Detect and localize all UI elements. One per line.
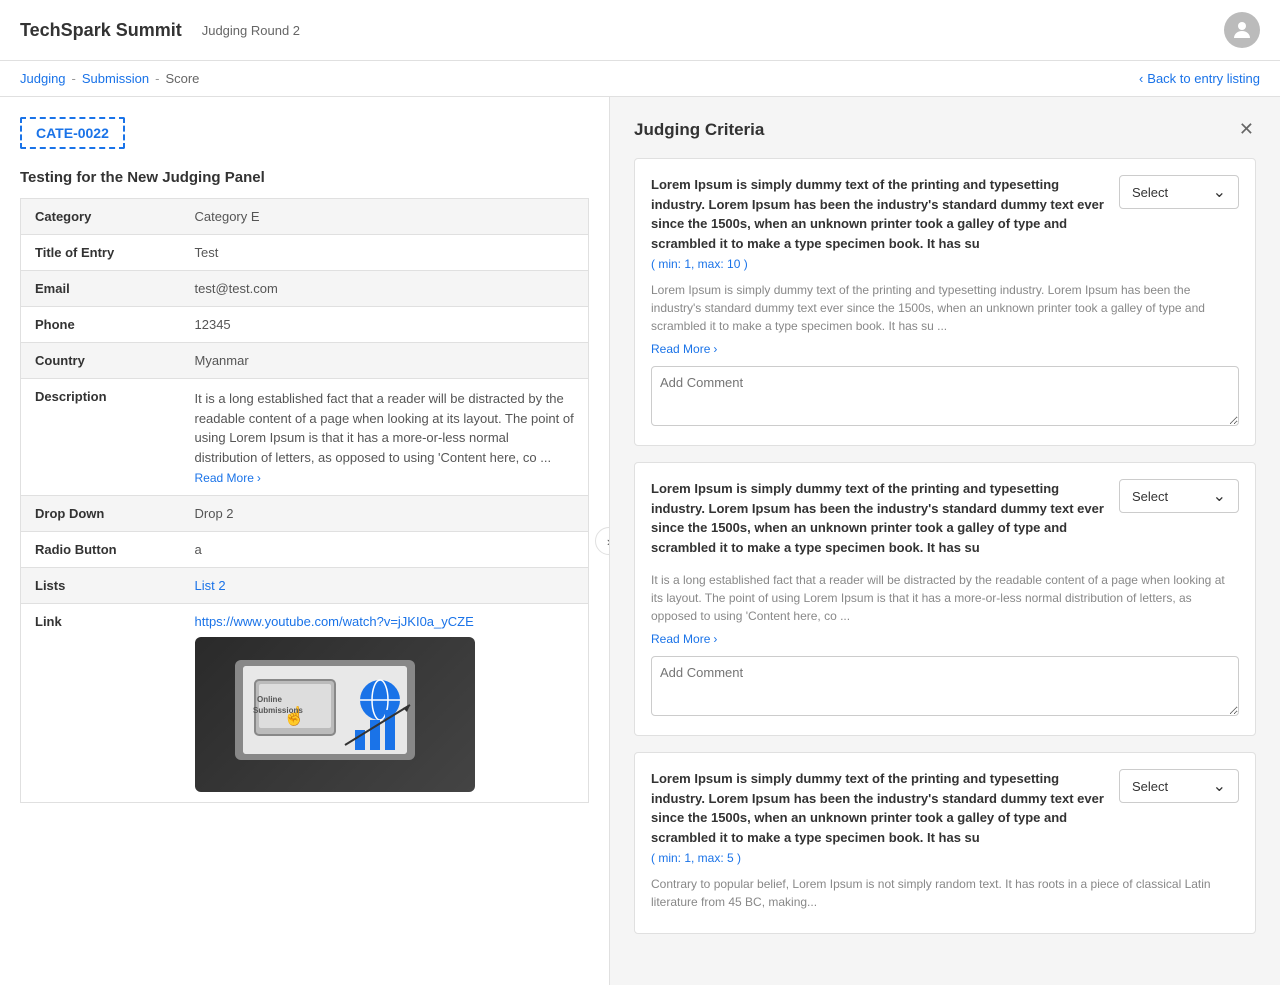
breadcrumb-sep-2: - xyxy=(155,71,159,86)
field-value: Test xyxy=(181,235,589,271)
field-label: Country xyxy=(21,343,181,379)
right-panel: Judging Criteria ✕ Lorem Ipsum is simply… xyxy=(610,97,1280,985)
table-row: Radio Button a xyxy=(21,532,589,568)
back-to-listing-link[interactable]: ‹ Back to entry listing xyxy=(1139,71,1260,86)
left-panel: CATE-0022 Testing for the New Judging Pa… xyxy=(0,97,610,985)
chevron-down-icon-2: ⌄ xyxy=(1213,486,1226,506)
judging-round: Judging Round 2 xyxy=(202,23,300,38)
criteria-select-3[interactable]: Select ⌄ xyxy=(1119,769,1239,803)
breadcrumb-score: Score xyxy=(165,71,199,86)
app-title: TechSpark Summit xyxy=(20,20,182,41)
criteria-text-block-3: Lorem Ipsum is simply dummy text of the … xyxy=(651,769,1107,865)
entry-id-badge: CATE-0022 xyxy=(20,117,125,149)
criteria-main-text-3: Lorem Ipsum is simply dummy text of the … xyxy=(651,769,1107,847)
criteria-comment-2[interactable] xyxy=(651,656,1239,716)
read-more-label-2: Read More xyxy=(651,632,710,646)
table-row: Lists List 2 xyxy=(21,568,589,604)
criteria-text-block-2: Lorem Ipsum is simply dummy text of the … xyxy=(651,479,1107,561)
breadcrumb-judging[interactable]: Judging xyxy=(20,71,66,86)
breadcrumb: Judging - Submission - Score xyxy=(20,71,199,86)
section-title: Testing for the New Judging Panel xyxy=(20,169,589,186)
main-layout: CATE-0022 Testing for the New Judging Pa… xyxy=(0,97,1280,985)
criteria-read-more-1[interactable]: Read More › xyxy=(651,342,717,356)
back-link-label: Back to entry listing xyxy=(1147,71,1260,86)
chevron-down-icon-1: ⌄ xyxy=(1213,182,1226,202)
select-label-2: Select xyxy=(1132,489,1168,504)
criteria-item-1-header: Lorem Ipsum is simply dummy text of the … xyxy=(651,175,1239,271)
read-more-label: Read More xyxy=(195,471,254,485)
criteria-read-more-2[interactable]: Read More › xyxy=(651,632,717,646)
chevron-down-icon-3: ⌄ xyxy=(1213,776,1226,796)
table-row: Drop Down Drop 2 xyxy=(21,496,589,532)
criteria-sub-text-3: Contrary to popular belief, Lorem Ipsum … xyxy=(651,875,1239,911)
field-label: Category xyxy=(21,199,181,235)
criteria-select-1[interactable]: Select ⌄ xyxy=(1119,175,1239,209)
field-value: Drop 2 xyxy=(181,496,589,532)
chevron-right-icon: › xyxy=(257,471,261,485)
table-row: Country Myanmar xyxy=(21,343,589,379)
avatar[interactable] xyxy=(1224,12,1260,48)
svg-text:Submissions: Submissions xyxy=(253,706,303,715)
chevron-right-icon-1: › xyxy=(713,342,717,356)
youtube-link[interactable]: https://www.youtube.com/watch?v=jJKI0a_y… xyxy=(195,614,474,629)
criteria-item-2-header: Lorem Ipsum is simply dummy text of the … xyxy=(651,479,1239,561)
select-label-1: Select xyxy=(1132,185,1168,200)
criteria-select-2[interactable]: Select ⌄ xyxy=(1119,479,1239,513)
description-text: It is a long established fact that a rea… xyxy=(195,391,574,465)
field-value: 12345 xyxy=(181,307,589,343)
criteria-item-1: Lorem Ipsum is simply dummy text of the … xyxy=(634,158,1256,446)
read-more-label-1: Read More xyxy=(651,342,710,356)
criteria-item-3-header: Lorem Ipsum is simply dummy text of the … xyxy=(651,769,1239,865)
criteria-sub-text-1: Lorem Ipsum is simply dummy text of the … xyxy=(651,281,1239,335)
criteria-comment-1[interactable] xyxy=(651,366,1239,426)
lists-link[interactable]: List 2 xyxy=(195,578,226,593)
table-row: Title of Entry Test xyxy=(21,235,589,271)
field-value: Myanmar xyxy=(181,343,589,379)
details-table: Category Category E Title of Entry Test … xyxy=(20,198,589,803)
breadcrumb-bar: Judging - Submission - Score ‹ Back to e… xyxy=(0,61,1280,97)
criteria-min-max-1: ( min: 1, max: 10 ) xyxy=(651,257,1107,271)
criteria-item-3: Lorem Ipsum is simply dummy text of the … xyxy=(634,752,1256,934)
field-label: Drop Down xyxy=(21,496,181,532)
svg-text:Online: Online xyxy=(257,695,282,704)
field-label: Title of Entry xyxy=(21,235,181,271)
field-value-description: It is a long established fact that a rea… xyxy=(181,379,589,496)
criteria-sub-text-2: It is a long established fact that a rea… xyxy=(651,571,1239,625)
breadcrumb-submission[interactable]: Submission xyxy=(82,71,149,86)
table-row: Description It is a long established fac… xyxy=(21,379,589,496)
field-value: test@test.com xyxy=(181,271,589,307)
criteria-header: Judging Criteria ✕ xyxy=(634,117,1256,142)
field-value-link: https://www.youtube.com/watch?v=jJKI0a_y… xyxy=(181,604,589,803)
chevron-left-icon: ‹ xyxy=(1139,71,1143,86)
criteria-main-text-2: Lorem Ipsum is simply dummy text of the … xyxy=(651,479,1107,557)
table-row: Email test@test.com xyxy=(21,271,589,307)
field-label: Phone xyxy=(21,307,181,343)
video-thumbnail: ☝ Online Submissions xyxy=(195,637,475,792)
field-value: List 2 xyxy=(181,568,589,604)
criteria-min-max-3: ( min: 1, max: 5 ) xyxy=(651,851,1107,865)
field-label: Lists xyxy=(21,568,181,604)
scroll-right-arrow[interactable]: › xyxy=(595,527,610,555)
field-value: Category E xyxy=(181,199,589,235)
app-header: TechSpark Summit Judging Round 2 xyxy=(0,0,1280,61)
criteria-title: Judging Criteria xyxy=(634,120,764,140)
criteria-text-block-1: Lorem Ipsum is simply dummy text of the … xyxy=(651,175,1107,271)
table-row: Link https://www.youtube.com/watch?v=jJK… xyxy=(21,604,589,803)
criteria-close-button[interactable]: ✕ xyxy=(1237,117,1256,142)
field-label: Radio Button xyxy=(21,532,181,568)
criteria-main-text-1: Lorem Ipsum is simply dummy text of the … xyxy=(651,175,1107,253)
select-label-3: Select xyxy=(1132,779,1168,794)
field-label: Description xyxy=(21,379,181,496)
breadcrumb-sep-1: - xyxy=(72,71,76,86)
description-read-more[interactable]: Read More › xyxy=(195,471,261,485)
criteria-item-2: Lorem Ipsum is simply dummy text of the … xyxy=(634,462,1256,736)
chevron-right-icon-2: › xyxy=(713,632,717,646)
table-row: Category Category E xyxy=(21,199,589,235)
field-value: a xyxy=(181,532,589,568)
table-row: Phone 12345 xyxy=(21,307,589,343)
field-label: Email xyxy=(21,271,181,307)
field-label: Link xyxy=(21,604,181,803)
